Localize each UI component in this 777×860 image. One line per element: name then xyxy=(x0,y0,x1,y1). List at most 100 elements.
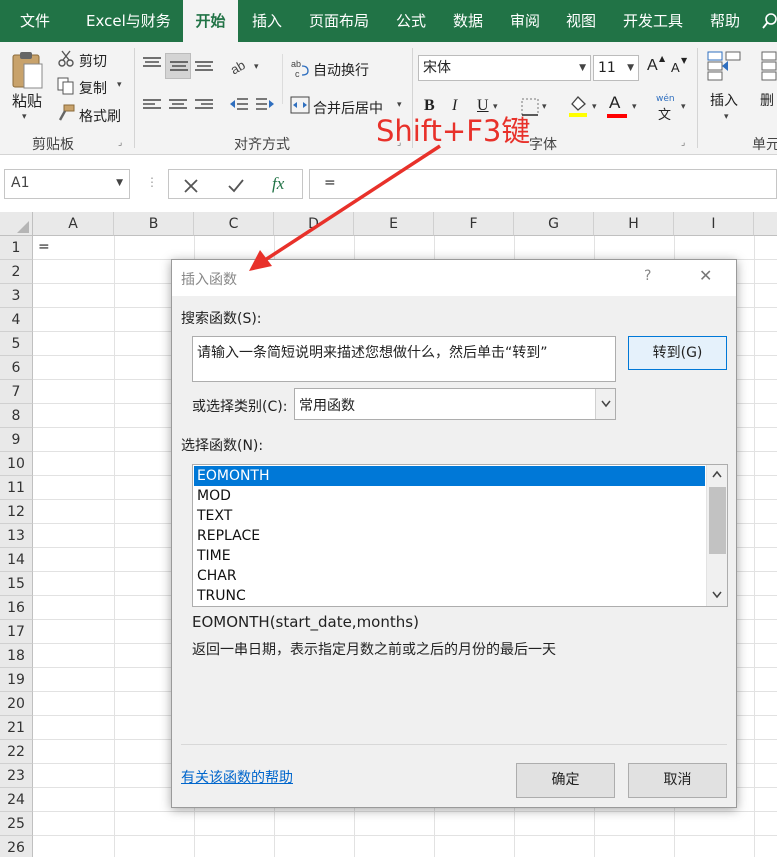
row-header[interactable]: 4 xyxy=(0,308,33,332)
insert-function-button[interactable]: fx xyxy=(272,174,284,194)
clipboard-dialog-launcher[interactable]: ⌟ xyxy=(118,138,122,148)
help-button[interactable]: ? xyxy=(644,268,651,284)
column-header-f[interactable]: F xyxy=(434,212,514,236)
scrollbar-thumb[interactable] xyxy=(709,487,726,554)
tab-help[interactable]: 帮助 xyxy=(710,0,740,42)
paste-button[interactable]: 粘贴 xyxy=(12,90,42,111)
copy-dropdown-arrow[interactable]: ▾ xyxy=(117,80,122,90)
row-header[interactable]: 15 xyxy=(0,572,33,596)
insert-dropdown-arrow[interactable]: ▾ xyxy=(724,112,729,122)
insert-cells-button[interactable]: 插入 xyxy=(710,90,738,110)
tab-page-layout[interactable]: 页面布局 xyxy=(309,0,369,42)
tab-insert[interactable]: 插入 xyxy=(252,0,282,42)
enter-check-icon[interactable] xyxy=(227,178,245,194)
row-header[interactable]: 16 xyxy=(0,596,33,620)
row-header[interactable]: 1 xyxy=(0,236,33,260)
increase-indent-icon[interactable] xyxy=(255,97,275,113)
tab-view[interactable]: 视图 xyxy=(566,0,596,42)
formula-input[interactable]: = xyxy=(309,169,777,199)
row-header[interactable]: 17 xyxy=(0,620,33,644)
paste-dropdown-arrow[interactable]: ▾ xyxy=(22,112,27,122)
tab-formulas[interactable]: 公式 xyxy=(396,0,426,42)
row-header[interactable]: 19 xyxy=(0,668,33,692)
list-item[interactable]: TIME xyxy=(194,546,705,566)
column-header-i[interactable]: I xyxy=(674,212,754,236)
list-item[interactable]: MOD xyxy=(194,486,705,506)
close-button[interactable]: ✕ xyxy=(699,266,712,285)
align-left-icon[interactable] xyxy=(142,98,162,112)
row-header[interactable]: 9 xyxy=(0,428,33,452)
phonetic-guide-button[interactable]: wén 文 xyxy=(653,94,677,123)
font-color-button[interactable]: A xyxy=(609,93,620,113)
cell-a1[interactable]: = xyxy=(34,237,114,259)
row-header[interactable]: 24 xyxy=(0,788,33,812)
column-header-a[interactable]: A xyxy=(33,212,114,236)
align-center-icon[interactable] xyxy=(168,98,188,112)
search-icon[interactable] xyxy=(762,12,777,30)
list-item[interactable]: TRUNC xyxy=(194,586,705,606)
text-orientation-icon[interactable]: ab xyxy=(229,56,251,76)
row-header[interactable]: 10 xyxy=(0,452,33,476)
row-header[interactable]: 18 xyxy=(0,644,33,668)
category-select[interactable]: 常用函数 xyxy=(294,388,616,420)
row-header[interactable]: 6 xyxy=(0,356,33,380)
ok-button[interactable]: 确定 xyxy=(516,763,615,798)
list-scrollbar[interactable] xyxy=(706,465,727,606)
row-header[interactable]: 7 xyxy=(0,380,33,404)
list-item[interactable]: TEXT xyxy=(194,506,705,526)
row-header[interactable]: 5 xyxy=(0,332,33,356)
orientation-dropdown-arrow[interactable]: ▾ xyxy=(254,62,259,72)
format-painter-button[interactable]: 格式刷 xyxy=(79,106,121,126)
borders-dropdown-arrow[interactable]: ▾ xyxy=(542,102,547,112)
merge-center-button[interactable]: 合并后居中 xyxy=(313,98,383,118)
function-help-link[interactable]: 有关该函数的帮助 xyxy=(181,767,293,787)
align-bottom-icon[interactable] xyxy=(194,58,214,74)
align-middle-button[interactable] xyxy=(165,53,191,79)
search-function-input[interactable]: 请输入一条简短说明来描述您想做什么，然后单击“转到” xyxy=(192,336,616,382)
wrap-text-button[interactable]: 自动换行 xyxy=(313,60,369,80)
tab-review[interactable]: 审阅 xyxy=(510,0,540,42)
row-header[interactable]: 12 xyxy=(0,500,33,524)
scroll-up-icon[interactable] xyxy=(712,470,722,478)
scroll-down-icon[interactable] xyxy=(712,591,722,599)
cancel-button[interactable]: 取消 xyxy=(628,763,727,798)
column-header-g[interactable]: G xyxy=(514,212,594,236)
tab-data[interactable]: 数据 xyxy=(453,0,483,42)
list-item[interactable]: REPLACE xyxy=(194,526,705,546)
cancel-icon[interactable] xyxy=(183,178,199,194)
copy-button[interactable]: 复制 xyxy=(79,78,107,98)
fill-color-dropdown-arrow[interactable]: ▾ xyxy=(592,102,597,112)
column-header-h[interactable]: H xyxy=(594,212,674,236)
function-list[interactable]: EOMONTH MOD TEXT REPLACE TIME CHAR TRUNC xyxy=(192,464,728,607)
decrease-indent-icon[interactable] xyxy=(229,97,249,113)
list-item[interactable]: EOMONTH xyxy=(194,466,705,486)
row-header[interactable]: 13 xyxy=(0,524,33,548)
column-header-c[interactable]: C xyxy=(194,212,274,236)
font-color-dropdown-arrow[interactable]: ▾ xyxy=(632,102,637,112)
fill-color-icon[interactable] xyxy=(567,94,589,118)
tab-excel-finance[interactable]: Excel与财务 xyxy=(86,0,171,42)
row-header[interactable]: 2 xyxy=(0,260,33,284)
list-item[interactable]: CHAR xyxy=(194,566,705,586)
font-name-combo[interactable]: 宋体 ▼ xyxy=(418,55,591,81)
align-right-icon[interactable] xyxy=(194,98,214,112)
name-box[interactable]: A1 ▼ xyxy=(4,169,130,199)
go-button[interactable]: 转到(G) xyxy=(628,336,727,370)
category-dropdown-button[interactable] xyxy=(595,389,615,419)
row-header[interactable]: 21 xyxy=(0,716,33,740)
select-all-button[interactable] xyxy=(0,212,33,236)
tab-file[interactable]: 文件 xyxy=(20,0,50,42)
row-header[interactable]: 3 xyxy=(0,284,33,308)
decrease-font-size-button[interactable]: A xyxy=(671,60,680,75)
row-header[interactable]: 14 xyxy=(0,548,33,572)
column-header-d[interactable]: D xyxy=(274,212,354,236)
align-top-icon[interactable] xyxy=(142,56,162,72)
row-header[interactable]: 20 xyxy=(0,692,33,716)
row-header[interactable]: 22 xyxy=(0,740,33,764)
row-header[interactable]: 26 xyxy=(0,836,33,857)
cut-button[interactable]: 剪切 xyxy=(79,51,107,71)
delete-cells-button[interactable]: 删 xyxy=(760,90,774,110)
phonetic-dropdown-arrow[interactable]: ▾ xyxy=(681,102,686,112)
row-header[interactable]: 23 xyxy=(0,764,33,788)
row-header[interactable]: 8 xyxy=(0,404,33,428)
